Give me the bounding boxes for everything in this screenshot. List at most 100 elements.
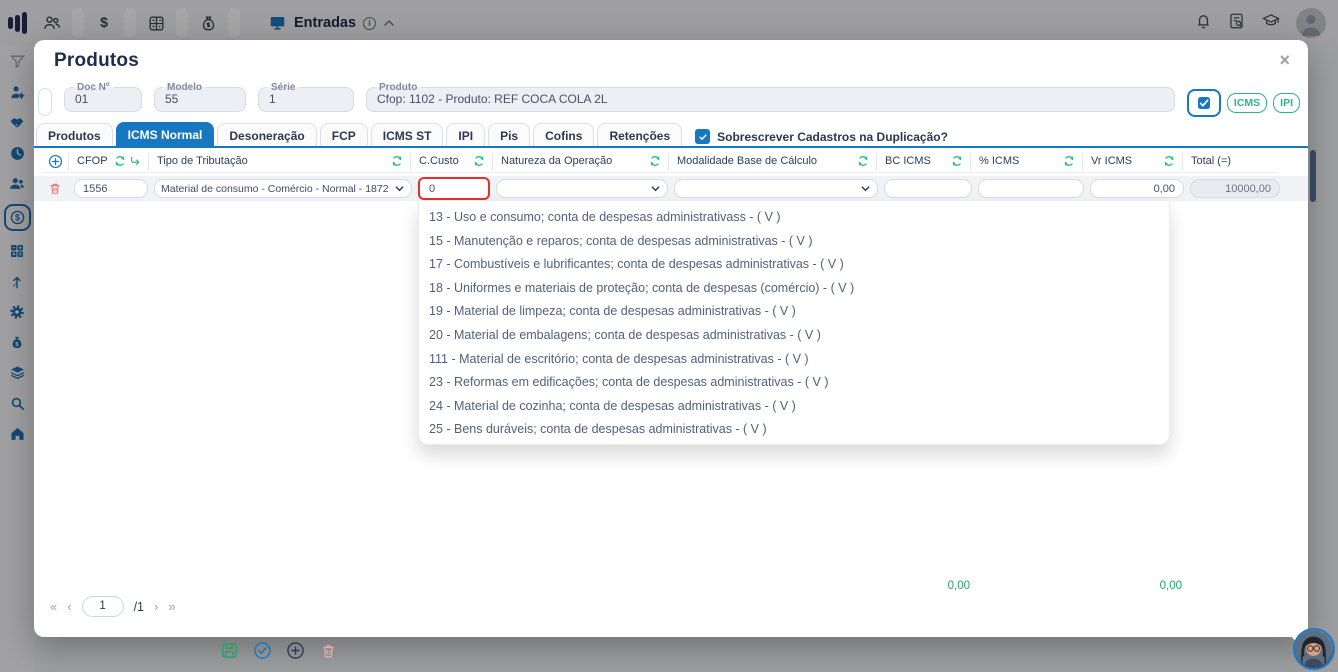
tab-cofins[interactable]: Cofins — [533, 123, 594, 148]
ccusto-highlighted-cell — [418, 177, 490, 200]
collapse-handle[interactable] — [38, 88, 52, 116]
dropdown-option[interactable]: 111 - Material de escritório; conta de d… — [419, 348, 1169, 372]
last-page-icon[interactable]: » — [168, 599, 175, 614]
dropdown-option[interactable]: 17 - Combustíveis e lubrificantes; conta… — [419, 253, 1169, 277]
col-natureza-operacao: Natureza da Operação — [492, 153, 668, 170]
refresh-icon[interactable] — [1063, 155, 1075, 167]
refresh-icon[interactable] — [473, 155, 485, 167]
col-tipo-tributacao: Tipo de Tributação — [148, 153, 410, 170]
tab-pis[interactable]: Pis — [488, 123, 530, 148]
col-bc-icms: BC ICMS — [876, 153, 970, 170]
refresh-icon[interactable] — [1163, 155, 1175, 167]
col-label: BC ICMS — [885, 155, 931, 167]
vr-icms-total: 0,00 — [1102, 580, 1182, 592]
col-total: Total (=) — [1182, 153, 1278, 170]
bc-icms-input[interactable] — [884, 179, 972, 198]
col-label: Natureza da Operação — [501, 155, 612, 167]
chevron-down-icon — [650, 183, 661, 194]
col-ccusto: C.Custo — [410, 153, 492, 170]
tab-icms-normal[interactable]: ICMS Normal — [116, 122, 215, 148]
confirm-button[interactable] — [252, 640, 273, 661]
dropdown-option[interactable]: 20 - Material de embalagens; conta de de… — [419, 324, 1169, 348]
pct-icms-input[interactable] — [978, 179, 1084, 198]
natureza-operacao-select[interactable] — [496, 179, 668, 198]
produtos-modal: Produtos × Doc Nº 01 Modelo 55 Série 1 P… — [34, 40, 1308, 637]
col-label: C.Custo — [419, 155, 459, 167]
dropdown-option[interactable]: 25 - Bens duráveis; conta de despesas ad… — [419, 418, 1169, 442]
refresh-icon[interactable] — [649, 155, 661, 167]
ccusto-dropdown: 13 - Uso e consumo; conta de despesas ad… — [418, 201, 1170, 445]
add-row-icon[interactable] — [48, 154, 63, 169]
col-cfop: CFOP — [68, 153, 148, 170]
next-page-icon[interactable]: › — [154, 599, 158, 614]
col-label: Modalidade Base de Cálculo — [677, 155, 817, 167]
produto-field[interactable]: Produto Cfop: 1102 - Produto: REF COCA C… — [366, 82, 1175, 112]
refresh-icon[interactable] — [391, 155, 403, 167]
col-label: Vr ICMS — [1091, 155, 1132, 167]
col-pct-icms: % ICMS — [970, 153, 1082, 170]
delete-button[interactable] — [318, 640, 339, 661]
prev-page-icon[interactable]: ‹ — [67, 599, 71, 614]
save-button[interactable] — [219, 640, 240, 661]
overwrite-checkbox-label: Sobrescrever Cadastros na Duplicação? — [717, 130, 948, 144]
screen: $ Entradas i — [0, 0, 1338, 672]
tab-retencoes[interactable]: Retenções — [597, 123, 682, 148]
modelo-field[interactable]: Modelo 55 — [154, 82, 246, 112]
dropdown-option[interactable]: 19 - Material de limpeza; conta de despe… — [419, 300, 1169, 324]
refresh-icon[interactable] — [114, 155, 126, 167]
field-value: Cfop: 1102 - Produto: REF COCA COLA 2L — [375, 93, 1166, 106]
modal-title: Produtos — [54, 50, 139, 72]
ipi-button[interactable]: IPI — [1273, 93, 1300, 114]
tab-produtos[interactable]: Produtos — [36, 123, 113, 148]
col-vr-icms: Vr ICMS — [1082, 153, 1182, 170]
delete-row-icon[interactable] — [42, 181, 68, 196]
icms-button[interactable]: ICMS — [1227, 93, 1267, 114]
document-header-form: Doc Nº 01 Modelo 55 Série 1 Produto Cfop… — [38, 82, 1300, 117]
dropdown-option[interactable]: 13 - Uso e consumo; conta de despesas ad… — [419, 206, 1169, 230]
page-input[interactable]: 1 — [82, 596, 124, 617]
dropdown-option[interactable]: 18 - Uniformes e materiais de proteção; … — [419, 277, 1169, 301]
tab-fcp[interactable]: FCP — [320, 123, 368, 148]
total-pages-label: /1 — [134, 600, 144, 614]
dropdown-option[interactable]: 23 - Reformas em edificações; conta de d… — [419, 371, 1169, 395]
table-row: Material de consumo - Comércio - Normal … — [34, 176, 1308, 201]
tipo-tributacao-select[interactable]: Material de consumo - Comércio - Normal … — [154, 179, 412, 198]
field-value: 01 — [73, 93, 133, 106]
refresh-icon[interactable] — [951, 155, 963, 167]
ccusto-input[interactable] — [421, 180, 487, 197]
chevron-down-icon — [860, 183, 871, 194]
col-label: CFOP — [77, 155, 108, 167]
add-row-cell — [42, 153, 68, 170]
confirm-checkbox-button[interactable] — [1187, 89, 1221, 117]
apply-down-arrow-icon[interactable] — [129, 155, 141, 167]
tab-desoneracao[interactable]: Desoneração — [217, 123, 316, 148]
tab-icms-st[interactable]: ICMS ST — [371, 123, 444, 148]
cfop-input[interactable] — [74, 179, 148, 198]
assistant-avatar-image — [1293, 628, 1335, 670]
col-label: Total (=) — [1191, 155, 1231, 167]
col-label: Tipo de Tributação — [157, 155, 248, 167]
first-page-icon[interactable]: « — [50, 599, 57, 614]
tab-ipi[interactable]: IPI — [446, 123, 485, 148]
refresh-icon[interactable] — [857, 155, 869, 167]
serie-field[interactable]: Série 1 — [258, 82, 354, 112]
col-modalidade-bc: Modalidade Base de Cálculo — [668, 153, 876, 170]
total-input — [1190, 179, 1280, 198]
table-header: CFOP Tipo de Tributação C.Custo Natureza… — [42, 150, 1278, 173]
bc-icms-total: 0,00 — [890, 580, 970, 592]
add-button[interactable] — [285, 640, 306, 661]
assistant-avatar[interactable] — [1293, 628, 1335, 670]
field-value: 55 — [163, 93, 237, 106]
dropdown-option[interactable]: 24 - Material de cozinha; conta de despe… — [419, 395, 1169, 419]
overwrite-checkbox[interactable] — [695, 129, 710, 144]
footer-actions — [219, 640, 339, 661]
modalidade-bc-select[interactable] — [674, 179, 878, 198]
close-icon[interactable]: × — [1279, 50, 1290, 71]
vr-icms-input[interactable] — [1090, 179, 1184, 198]
field-value: 1 — [267, 93, 345, 106]
tax-tabs: Produtos ICMS Normal Desoneração FCP ICM… — [36, 122, 1300, 148]
doc-number-field[interactable]: Doc Nº 01 — [64, 82, 142, 112]
dropdown-option[interactable]: 15 - Manutenção e reparos; conta de desp… — [419, 230, 1169, 254]
select-value: Material de consumo - Comércio - Normal … — [161, 183, 394, 195]
col-label: % ICMS — [979, 155, 1019, 167]
